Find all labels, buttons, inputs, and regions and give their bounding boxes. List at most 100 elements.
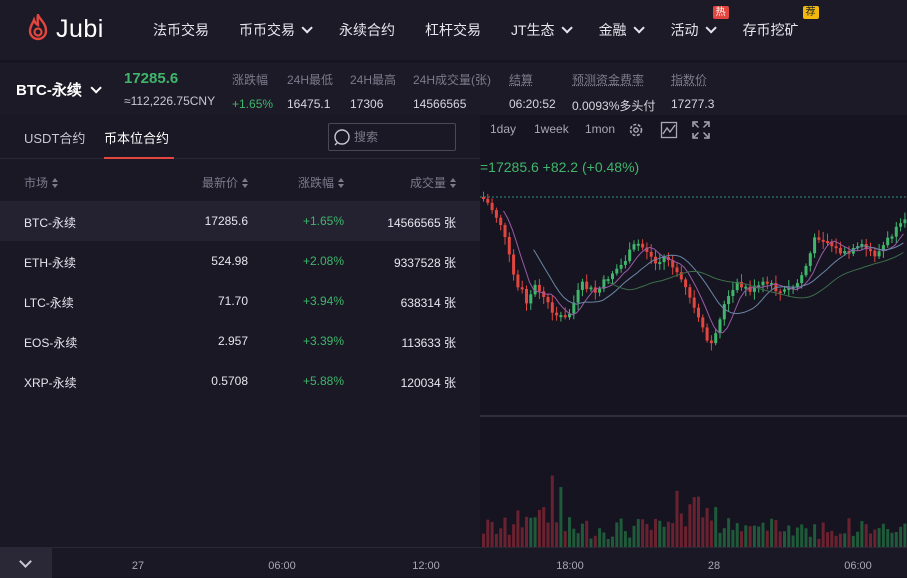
timeframe-1mon[interactable]: 1mon [585,122,615,136]
search-box[interactable] [328,123,456,151]
volume-bar [834,535,838,547]
candle-body [899,223,903,227]
x-tick: 06:00 [268,560,296,572]
candle-body [572,302,576,314]
nav-item-2[interactable]: 永续合约 [339,20,395,40]
nav-item-1[interactable]: 币币交易 [239,20,313,40]
market-volume: 9337528 张 [393,256,456,270]
candle-body [494,210,498,218]
volume-bar [748,526,752,547]
header-change[interactable]: 涨跌幅 [298,174,344,191]
chevron-down-icon [19,555,32,568]
volume-bar [555,522,559,547]
market-table-header: 市场 最新价 涨跌幅 成交量 [0,160,480,200]
stat-index-price[interactable]: 指数价 17277.3 [671,71,714,111]
indicator-icon[interactable] [660,121,678,139]
volume-bar [765,530,769,547]
nav-item-label: 法币交易 [153,22,209,38]
volume-bar [658,520,662,547]
nav-item-6[interactable]: 活动热 [671,6,729,40]
candle-body [580,281,584,290]
nav-item-3[interactable]: 杠杆交易 [425,20,481,40]
candle-body [675,267,679,273]
candle-body [658,262,662,265]
kline-chart[interactable] [480,115,907,547]
logo[interactable]: Jubi [26,14,104,44]
stat-settlement[interactable]: 结算 06:20:52 [509,71,556,111]
volume-bar [761,522,765,547]
chevron-down-icon [90,81,102,94]
stat-high: 24H最高 17306 [350,73,397,111]
chevron-down-icon [561,22,573,34]
volume-bar [550,475,554,547]
volume-bar [563,531,567,547]
timeframe-1day[interactable]: 1day [490,122,516,136]
candle-body [507,236,511,255]
candle-body [585,281,589,290]
market-volume: 14566565 张 [387,216,456,230]
volume-bar [649,529,653,547]
nav-item-5[interactable]: 金融 [599,20,645,40]
stat-volume: 24H成交量(张) 14566565 [413,73,492,111]
candle-body [516,274,520,288]
tab-usdt-contract[interactable]: USDT合约 [24,128,85,147]
candle-body [555,312,559,316]
gear-icon[interactable] [627,121,645,139]
volume-bar [701,517,705,547]
market-row[interactable]: XRP-永续 0.5708 +5.88% 120034 张 [0,361,480,401]
volume-bar [568,517,571,547]
volume-bar [864,524,868,547]
nav-item-4[interactable]: JT生态 [511,20,573,40]
volume-bar [783,531,786,547]
fullscreen-icon[interactable] [692,121,710,139]
nav-item-0[interactable]: 法币交易 [153,20,209,40]
volume-bar [873,529,877,547]
candle-body [783,289,786,292]
nav-badge: 热 [712,6,729,19]
market-name: ETH-永续 [24,256,76,270]
volume-bar [787,525,791,547]
last-price: 17285.6 [124,70,179,87]
market-row[interactable]: BTC-永续 17285.6 +1.65% 14566565 张 [0,201,480,241]
nav-item-7[interactable]: 存币挖矿荐 [743,6,819,40]
header-market[interactable]: 市场 [24,174,59,191]
ma-line-short [503,210,904,334]
candle-body [804,265,808,276]
collapse-button[interactable] [0,548,52,578]
candle-body [576,289,580,303]
stat-change: 涨跌幅 +1.65% [232,73,274,111]
volume-bar [808,536,812,547]
volume-bar [800,524,804,547]
stat-funding-rate[interactable]: 预测资金费率 0.0093%多头付 [572,71,655,114]
volume-bar [482,533,485,547]
pair-selector[interactable]: BTC-永续 [16,79,102,100]
candle-body [765,281,769,284]
candle-body [628,249,632,262]
candle-body [525,288,528,304]
volume-bar [843,533,847,547]
candle-body [709,340,713,344]
header-price[interactable]: 最新价 [202,174,248,191]
volume-bar [542,507,546,547]
volume-bar [722,528,726,547]
timeframe-1week[interactable]: 1week [534,122,569,136]
candle-body [808,253,812,266]
header-volume[interactable]: 成交量 [410,174,456,191]
search-input[interactable] [354,130,449,144]
candle-body [486,198,490,203]
tab-coin-contract[interactable]: 币本位合约 [104,128,169,147]
volume-bar [740,531,743,547]
volume-bar [718,532,722,547]
nav-item-label: 永续合约 [339,22,395,38]
volume-bar [731,529,735,547]
market-row[interactable]: ETH-永续 524.98 +2.08% 9337528 张 [0,241,480,281]
volume-bar [537,509,541,547]
market-name: LTC-永续 [24,296,74,310]
market-row[interactable]: LTC-永续 71.70 +3.94% 638314 张 [0,281,480,321]
volume-bar [752,525,756,547]
volume-bar [774,519,778,547]
market-change: +1.65% [302,214,344,228]
candle-body [636,243,640,246]
volume-bar [589,538,593,547]
market-row[interactable]: EOS-永续 2.957 +3.39% 113633 张 [0,321,480,361]
